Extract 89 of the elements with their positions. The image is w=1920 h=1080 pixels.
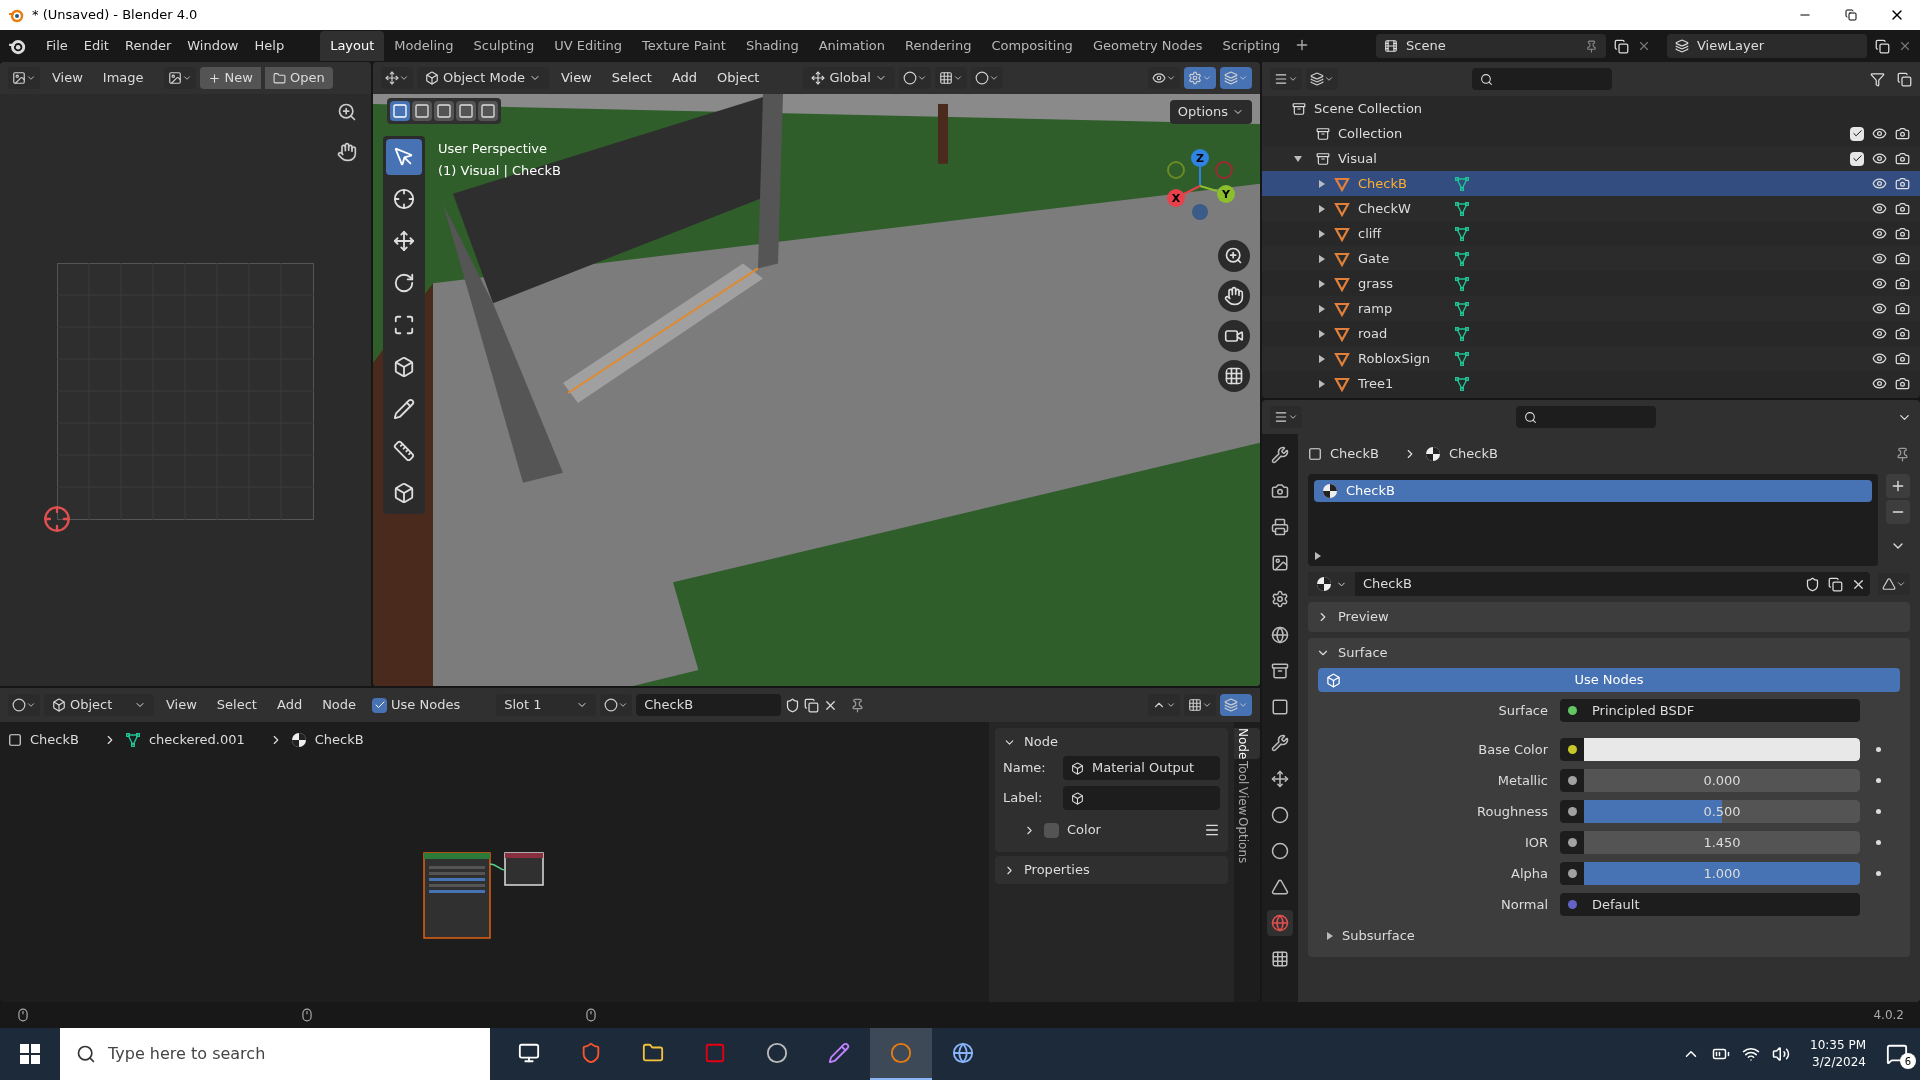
window-title: * (Unsaved) - Blender 4.0 [32,6,198,25]
options-dropdown[interactable]: Options [1169,100,1252,124]
workspace-tab[interactable]: Rendering [895,31,982,61]
tree-item[interactable]: Tree1 [1358,373,1446,394]
workspace-tab[interactable]: Sculpting [463,31,545,61]
workspace-tab[interactable]: Texture Paint [632,31,736,61]
tree-item[interactable]: CheckW [1358,198,1446,219]
tree-item[interactable]: Visual [1338,148,1377,169]
field-label: Base Color [1477,740,1548,759]
field-label: Alpha [1510,864,1548,883]
menu-item[interactable]: Render [116,32,180,60]
search-field[interactable]: Type here to search [60,1028,490,1080]
notification-badge: 6 [1900,1053,1916,1069]
breadcrumb-item[interactable]: checkered.001 [148,730,245,750]
view-layer-selector[interactable]: ViewLayer [1667,34,1867,58]
menu-item[interactable]: View [552,64,600,92]
open-image-button[interactable]: Open [264,67,333,89]
workspace-tab[interactable]: UV Editing [544,31,632,61]
checkbox-label[interactable]: Use Nodes [391,695,461,715]
panel-header[interactable]: Surface [1308,638,1910,668]
slot-dropdown[interactable]: Slot 1 [496,694,597,716]
mode-dropdown[interactable]: Object Mode [417,67,549,89]
material-name-field[interactable]: CheckB [636,694,782,716]
tree-item[interactable]: RobloxSign [1358,348,1446,369]
menu-item[interactable]: Add [268,691,311,719]
use-nodes-button[interactable]: Use Nodes [1318,668,1900,692]
workspace-tab[interactable]: Modeling [384,31,464,61]
panel-header[interactable]: Properties [995,856,1228,884]
menu-item[interactable]: View [158,691,205,719]
sidebar-tab[interactable]: Node [1234,728,1260,760]
workspace-tab[interactable]: Animation [808,31,895,61]
value-slider[interactable]: 0.500 [1584,800,1860,823]
field-label: Surface [1497,701,1548,720]
field-label: Label: [1003,789,1044,808]
workspace-tab[interactable]: Shading [735,31,809,61]
menu-item[interactable]: View [44,64,91,92]
menu-item[interactable]: Select [603,64,660,92]
tree-item[interactable]: road [1358,323,1446,344]
viewport-info-text: User Perspective [438,140,549,158]
tree-item[interactable]: ramp [1358,298,1446,319]
field-label: Metallic [1496,771,1548,790]
value-slider[interactable]: 1.000 [1584,862,1860,885]
clock-time: 10:35 PM [1810,1037,1866,1054]
workspace-tab[interactable]: Compositing [981,31,1083,61]
panel-header[interactable]: Preview [1308,602,1910,632]
panel-header[interactable]: Subsurface [1318,923,1900,949]
field-label: IOR [1523,833,1548,852]
workspace-tab[interactable]: Scripting [1212,31,1291,61]
axis-handle[interactable]: X [1167,189,1185,207]
field-label: Roughness [1476,802,1548,821]
menu-item[interactable]: Window [179,32,247,60]
tree-item[interactable]: grass [1358,273,1446,294]
menu-item[interactable]: Help [246,32,293,60]
orientation-dropdown[interactable]: Global [803,67,895,89]
link-field[interactable]: Default [1584,894,1648,915]
scene-selector[interactable]: Scene [1376,34,1606,58]
field-label: Normal [1499,895,1548,914]
number-field[interactable]: 1.450 [1584,831,1860,854]
tree-item[interactable]: Collection [1338,123,1403,144]
menu-item[interactable]: Select [208,691,265,719]
menu-item[interactable]: File [38,32,76,60]
material-slot[interactable]: CheckB [1314,480,1872,502]
version-text: 4.0.2 [1873,1007,1904,1024]
panel-header[interactable]: Node [995,728,1228,756]
axis-handle[interactable]: Y [1217,185,1235,203]
menu-item[interactable]: Add [663,64,706,92]
tree-item[interactable]: cliff [1358,223,1446,244]
number-field[interactable]: 0.000 [1584,769,1860,792]
breadcrumb-item[interactable]: CheckB [1330,444,1379,464]
tree-item[interactable]: Gate [1358,248,1446,269]
workspace-tab[interactable]: Geometry Nodes [1082,31,1213,61]
name-field[interactable]: Material Output [1063,756,1220,780]
tree-item[interactable]: CheckB [1358,173,1446,194]
workspace-tab[interactable]: Layout [320,31,385,61]
clock-date: 3/2/2024 [1812,1054,1866,1071]
new-image-button[interactable]: New [199,67,261,89]
field-label: Name: [1003,759,1047,778]
shader-type-dropdown[interactable]: Object [44,694,154,716]
menu-item[interactable]: Edit [75,32,117,60]
tree-item[interactable]: Scene Collection [1314,98,1423,119]
menu-item[interactable]: Image [94,64,152,92]
breadcrumb-item[interactable]: CheckB [314,730,364,750]
breadcrumb-item[interactable]: CheckB [30,730,79,750]
subpanel-title: Color [1067,821,1101,840]
breadcrumb-item[interactable]: CheckB [1448,444,1498,464]
menu-item[interactable]: Object [709,64,768,92]
menu-item[interactable]: Node [314,691,365,719]
axis-handle[interactable]: Z [1191,149,1209,167]
viewport-info-text: (1) Visual | CheckB [438,162,561,180]
